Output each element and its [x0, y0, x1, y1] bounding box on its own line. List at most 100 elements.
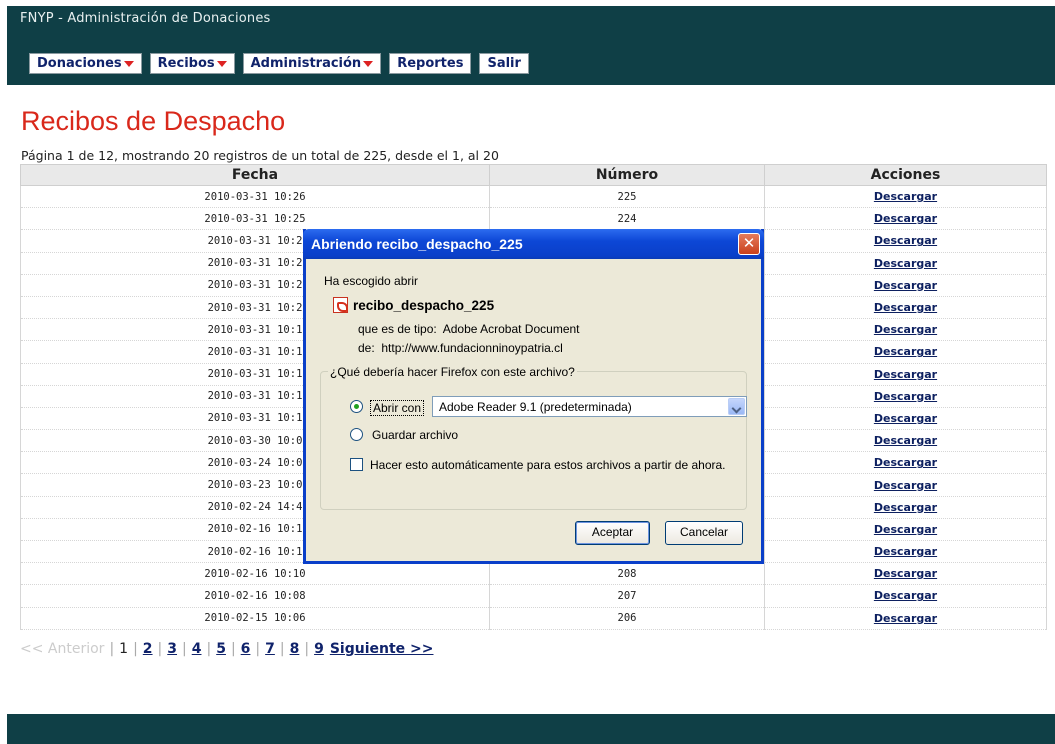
column-header-fecha[interactable]: Fecha: [20, 164, 490, 186]
download-link[interactable]: Descargar: [874, 501, 937, 514]
cell-acciones: Descargar: [764, 229, 1047, 253]
download-link[interactable]: Descargar: [874, 545, 937, 558]
pager: << Anterior | 1 | 2 | 3 | 4 | 5 | 6 | 7 | 8 | 9 Siguien…: [20, 641, 433, 657]
cell-acciones: Descargar: [764, 296, 1047, 320]
menu-label: Donaciones: [37, 56, 122, 71]
menu-label: Reportes: [397, 56, 464, 71]
table-row: 2010-02-16 10:08 207 Descargar: [20, 584, 1047, 608]
table-row: 2010-02-16 10:10 208 Descargar: [20, 562, 1047, 586]
download-link[interactable]: Descargar: [874, 479, 937, 492]
download-link[interactable]: Descargar: [874, 345, 937, 358]
cell-acciones: Descargar: [764, 518, 1047, 542]
download-link[interactable]: Descargar: [874, 323, 937, 336]
from-value: http://www.fundacionninoypatria.cl: [381, 341, 563, 355]
pager-separator: |: [157, 641, 163, 657]
chevron-down-icon[interactable]: [728, 398, 745, 415]
download-link[interactable]: Descargar: [874, 279, 937, 292]
dialog-chosen-label: Ha escogido abrir: [324, 274, 419, 288]
remember-choice-label[interactable]: Hacer esto automáticamente para estos ar…: [370, 458, 726, 472]
remember-choice-checkbox[interactable]: [350, 458, 363, 471]
save-file-label[interactable]: Guardar archivo: [372, 428, 458, 442]
pager-separator: |: [304, 641, 310, 657]
cancel-button[interactable]: Cancelar: [665, 521, 743, 545]
dropdown-arrow-icon: [363, 61, 374, 67]
menu-recibos[interactable]: Recibos: [149, 53, 235, 74]
download-link[interactable]: Descargar: [874, 567, 937, 580]
cell-numero: 225: [489, 185, 765, 209]
accept-button[interactable]: Aceptar: [575, 521, 650, 545]
app-title: FNYP - Administración de Donaciones: [20, 11, 271, 26]
download-link[interactable]: Descargar: [874, 456, 937, 469]
pager-pages: | 2 | 3 | 4 | 5 | 6 | 7 | 8 | 9: [128, 641, 324, 657]
dialog-filename: recibo_despacho_225: [353, 297, 495, 313]
menu-donaciones[interactable]: Donaciones: [29, 53, 142, 74]
download-link[interactable]: Descargar: [874, 612, 937, 625]
dialog-title: Abriendo recibo_despacho_225: [311, 236, 523, 252]
open-with-label[interactable]: Abrir con: [370, 400, 425, 416]
cell-acciones: Descargar: [764, 274, 1047, 297]
pager-page-link[interactable]: 6: [241, 641, 251, 657]
cell-numero: 206: [489, 607, 765, 630]
pager-separator: |: [230, 641, 236, 657]
download-link[interactable]: Descargar: [874, 234, 937, 247]
dialog-file-source: de: http://www.fundacionninoypatria.cl: [358, 341, 563, 355]
pager-page-link[interactable]: 4: [192, 641, 202, 657]
pager-next-link[interactable]: Siguiente >>: [330, 641, 434, 657]
download-link[interactable]: Descargar: [874, 390, 937, 403]
main-menu: Donaciones Recibos Administración Report…: [29, 53, 529, 74]
cell-fecha: 2010-03-31 10:26: [20, 185, 490, 209]
pager-page-link[interactable]: 7: [265, 641, 275, 657]
pager-page-link[interactable]: 9: [314, 641, 324, 657]
pager-separator: |: [255, 641, 261, 657]
cell-fecha: 2010-02-16 10:08: [20, 584, 490, 608]
download-link[interactable]: Descargar: [874, 190, 937, 203]
pager-prev: << Anterior: [20, 641, 105, 657]
pager-separator: |: [182, 641, 187, 657]
menu-reportes[interactable]: Reportes: [389, 53, 472, 74]
dialog-titlebar[interactable]: Abriendo recibo_despacho_225 ✕: [303, 229, 764, 259]
menu-label: Administración: [250, 56, 362, 71]
cell-acciones: Descargar: [764, 252, 1047, 275]
application-select[interactable]: Adobe Reader 9.1 (predeterminada): [432, 396, 747, 417]
download-link[interactable]: Descargar: [874, 212, 937, 225]
open-file-dialog: Abriendo recibo_despacho_225 ✕ Ha escogi…: [303, 229, 764, 564]
download-link[interactable]: Descargar: [874, 434, 937, 447]
cell-fecha: 2010-02-15 10:06: [20, 607, 490, 630]
close-icon[interactable]: ✕: [738, 233, 760, 255]
download-link[interactable]: Descargar: [874, 412, 937, 425]
cell-numero: 224: [489, 207, 765, 231]
cell-numero: 207: [489, 584, 765, 608]
pager-page-link[interactable]: 5: [216, 641, 226, 657]
dialog-file: recibo_despacho_225: [333, 297, 494, 313]
cell-acciones: Descargar: [764, 363, 1047, 386]
menu-label: Salir: [487, 56, 521, 71]
pager-page-link[interactable]: 2: [143, 641, 153, 657]
cell-acciones: Descargar: [764, 562, 1047, 586]
cell-numero: 208: [489, 562, 765, 586]
pager-separator: |: [133, 641, 138, 657]
cell-acciones: Descargar: [764, 451, 1047, 475]
pager-page-link[interactable]: 8: [290, 641, 300, 657]
cell-acciones: Descargar: [764, 496, 1047, 519]
cell-acciones: Descargar: [764, 340, 1047, 364]
column-header-numero[interactable]: Número: [489, 164, 765, 186]
menu-administracion[interactable]: Administración: [242, 53, 382, 74]
pager-separator: |: [109, 641, 115, 657]
footer-bar: [7, 714, 1055, 744]
download-link[interactable]: Descargar: [874, 368, 937, 381]
save-file-radio[interactable]: [350, 428, 363, 441]
open-with-radio[interactable]: [350, 400, 363, 413]
menu-salir[interactable]: Salir: [479, 53, 529, 74]
type-label: que es de tipo:: [358, 322, 437, 336]
download-link[interactable]: Descargar: [874, 523, 937, 536]
pager-page-link[interactable]: 3: [167, 641, 177, 657]
download-link[interactable]: Descargar: [874, 257, 937, 270]
cell-acciones: Descargar: [764, 385, 1047, 408]
column-header-acciones: Acciones: [764, 164, 1047, 186]
dialog-file-type: que es de tipo: Adobe Acrobat Document: [358, 322, 580, 336]
cell-acciones: Descargar: [764, 318, 1047, 342]
cell-acciones: Descargar: [764, 584, 1047, 608]
download-link[interactable]: Descargar: [874, 589, 937, 602]
cell-acciones: Descargar: [764, 207, 1047, 231]
download-link[interactable]: Descargar: [874, 301, 937, 314]
